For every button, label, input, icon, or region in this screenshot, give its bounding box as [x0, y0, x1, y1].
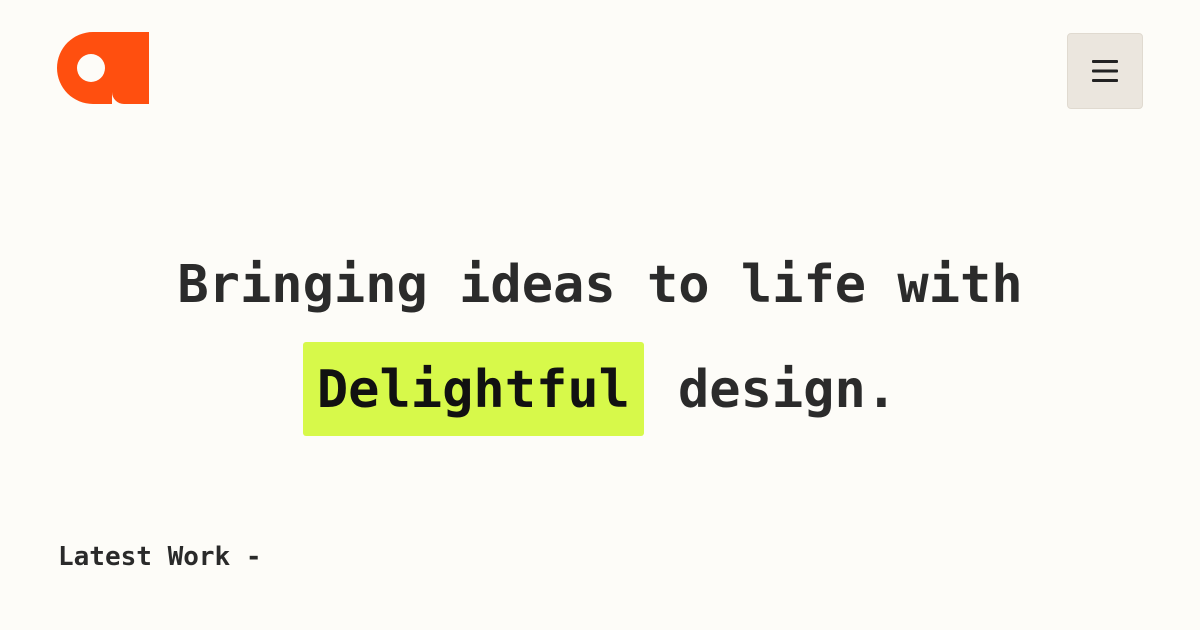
highlight-word: Delightful — [302, 342, 644, 436]
brand-logo-mark — [57, 32, 149, 104]
hamburger-menu-icon — [1092, 60, 1118, 82]
latest-work-label: Latest Work - — [58, 542, 262, 572]
hero-line-2: Delightful design. — [0, 342, 1200, 436]
hero-line-1: Bringing ideas to life with — [177, 255, 1023, 315]
menu-button[interactable] — [1067, 33, 1143, 109]
hero-heading: Bringing ideas to life with Delightful de… — [0, 248, 1200, 436]
brand-logo[interactable] — [57, 32, 149, 104]
hero-line-2-rest: design. — [677, 360, 898, 420]
